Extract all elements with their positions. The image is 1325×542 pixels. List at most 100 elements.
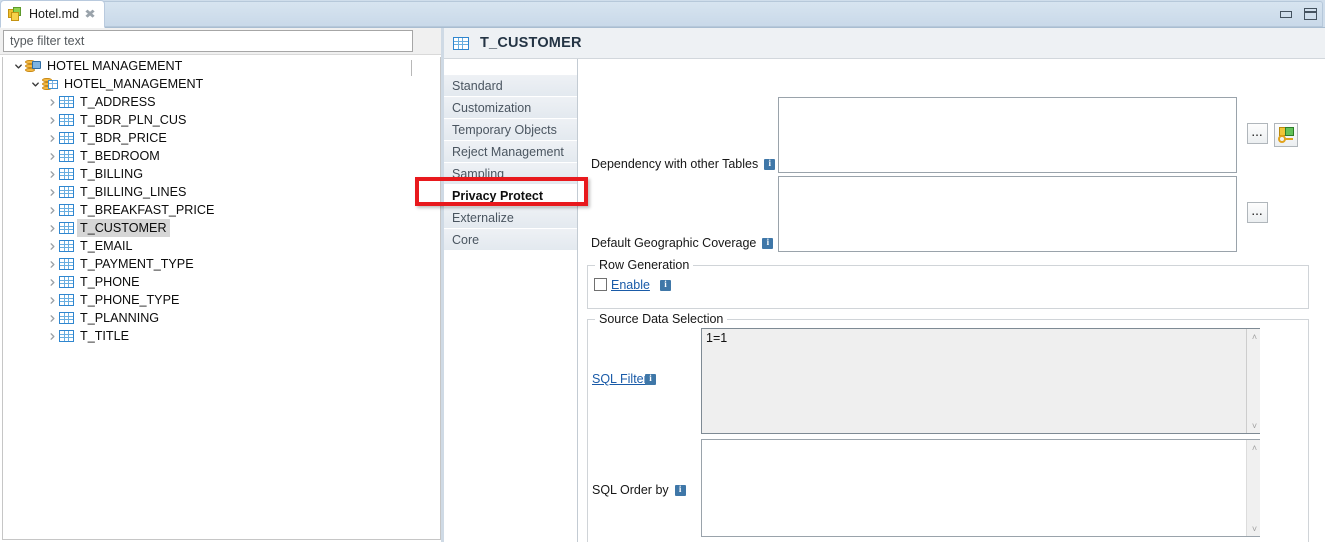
chevron-right-icon[interactable]: [45, 291, 59, 309]
chevron-down-icon[interactable]: [11, 57, 25, 75]
tree-item-label: T_BILLING: [80, 167, 143, 181]
chevron-right-icon[interactable]: [45, 93, 59, 111]
table-icon: [59, 186, 74, 198]
geographic-label-group: Default Geographic Coverage: [591, 236, 774, 250]
tree-item-t-address[interactable]: T_ADDRESS: [3, 93, 440, 111]
key-table-icon: [1277, 127, 1295, 143]
tree-item-t-phone-type[interactable]: T_PHONE_TYPE: [3, 291, 440, 309]
table-icon: [59, 330, 74, 342]
property-tab-list[interactable]: Standard Customization Temporary Objects Re…: [444, 59, 578, 542]
sql-order-by-textarea[interactable]: [701, 439, 1260, 537]
row-generation-enable-checkbox[interactable]: [594, 278, 607, 291]
table-icon: [59, 168, 74, 180]
tab-reject-management[interactable]: Reject Management: [444, 141, 577, 163]
ellipsis-icon: ...: [1251, 206, 1264, 218]
tree-item-hotel-management[interactable]: HOTEL MANAGEMENT: [3, 57, 440, 75]
tab-temporary-objects[interactable]: Temporary Objects: [444, 119, 577, 141]
tab-label: Temporary Objects: [452, 122, 557, 137]
chevron-right-icon[interactable]: [45, 327, 59, 345]
tree-item-t-billing-lines[interactable]: T_BILLING_LINES: [3, 183, 440, 201]
row-generation-title: Row Generation: [595, 258, 694, 272]
window-controls: [1280, 0, 1317, 28]
dependency-input[interactable]: [778, 97, 1237, 173]
chevron-down-icon[interactable]: ˅: [1247, 521, 1262, 536]
info-icon[interactable]: [660, 279, 671, 291]
editor-tab-hotel-md[interactable]: Hotel.md ✖: [0, 0, 106, 28]
chevron-right-icon[interactable]: [45, 219, 59, 237]
model-explorer-panel: type filter text HOTEL MANAGEMENT HOTEL_M…: [0, 28, 443, 542]
chevron-down-icon[interactable]: [28, 75, 42, 93]
form-header: T_CUSTOMER: [444, 28, 1325, 59]
row-generation-enable-link[interactable]: Enable: [611, 278, 650, 292]
sql-filter-scrollbar[interactable]: ˄ ˅: [1246, 329, 1260, 433]
toolbar-separator: [411, 60, 412, 76]
table-icon: [59, 204, 74, 216]
editor-tab-bar: Hotel.md ✖: [0, 0, 1325, 28]
tab-externalize[interactable]: Externalize: [444, 207, 577, 229]
table-icon: [59, 132, 74, 144]
tab-core[interactable]: Core: [444, 229, 577, 251]
dependency-label-group: Dependency with other Tables: [591, 157, 776, 171]
schema-icon: [42, 77, 58, 92]
chevron-down-icon[interactable]: ˅: [1247, 418, 1262, 433]
tab-customization[interactable]: Customization: [444, 97, 577, 119]
chevron-right-icon[interactable]: [45, 111, 59, 129]
info-icon[interactable]: [645, 373, 656, 385]
close-icon[interactable]: ✖: [84, 8, 96, 20]
chevron-up-icon[interactable]: ˄: [1247, 440, 1262, 455]
table-icon: [59, 294, 74, 306]
search-input[interactable]: type filter text: [3, 30, 413, 52]
geographic-browse-button[interactable]: ...: [1247, 202, 1268, 223]
tab-privacy-protect[interactable]: Privacy Protect: [444, 185, 577, 207]
source-data-selection-title: Source Data Selection: [595, 312, 728, 326]
tree-item-t-payment-type[interactable]: T_PAYMENT_TYPE: [3, 255, 440, 273]
tab-list-top-spacer: [444, 59, 577, 75]
chevron-right-icon[interactable]: [45, 183, 59, 201]
sql-filter-textarea[interactable]: 1=1: [701, 328, 1260, 434]
tree-item-t-planning[interactable]: T_PLANNING: [3, 309, 440, 327]
chevron-right-icon[interactable]: [45, 201, 59, 219]
row-generation-group: [587, 265, 1309, 309]
chevron-right-icon[interactable]: [45, 255, 59, 273]
tree-item-label: T_BDR_PLN_CUS: [80, 113, 187, 127]
filter-placeholder: type filter text: [10, 34, 85, 48]
table-icon: [59, 96, 74, 108]
chevron-up-icon[interactable]: ˄: [1247, 329, 1262, 344]
tree-item-t-email[interactable]: T_EMAIL: [3, 237, 440, 255]
table-icon: [59, 258, 74, 270]
info-icon[interactable]: [674, 484, 686, 496]
tree-item-t-bedroom[interactable]: T_BEDROOM: [3, 147, 440, 165]
server-icon: [25, 59, 41, 74]
chevron-right-icon[interactable]: [45, 237, 59, 255]
tree-item-label: T_PHONE: [80, 275, 140, 289]
sql-filter-link[interactable]: SQL Filter: [592, 372, 648, 386]
tree-item-label: T_PHONE_TYPE: [80, 293, 180, 307]
tab-sampling[interactable]: Sampling: [444, 163, 577, 185]
tree-item-t-billing[interactable]: T_BILLING: [3, 165, 440, 183]
chevron-right-icon[interactable]: [45, 165, 59, 183]
geographic-input[interactable]: [778, 176, 1237, 252]
table-icon: [453, 36, 469, 50]
maximize-icon[interactable]: [1304, 8, 1317, 20]
tree-item-hotel-management[interactable]: HOTEL_MANAGEMENT: [3, 75, 440, 93]
tree-item-t-bdr-pln-cus[interactable]: T_BDR_PLN_CUS: [3, 111, 440, 129]
dependency-browse-button[interactable]: ...: [1247, 123, 1268, 144]
chevron-right-icon[interactable]: [45, 129, 59, 147]
tab-standard[interactable]: Standard: [444, 75, 577, 97]
dependency-picker-button[interactable]: [1274, 123, 1298, 147]
tree-item-t-bdr-price[interactable]: T_BDR_PRICE: [3, 129, 440, 147]
chevron-right-icon[interactable]: [45, 273, 59, 291]
tree-item-label: T_BREAKFAST_PRICE: [80, 203, 215, 217]
minimize-icon[interactable]: [1280, 10, 1292, 18]
chevron-right-icon[interactable]: [45, 309, 59, 327]
tab-items-container: Standard Customization Temporary Objects Re…: [444, 75, 577, 251]
info-icon[interactable]: [764, 158, 776, 170]
tree-item-t-phone[interactable]: T_PHONE: [3, 273, 440, 291]
tree-item-t-breakfast-price[interactable]: T_BREAKFAST_PRICE: [3, 201, 440, 219]
model-tree[interactable]: HOTEL MANAGEMENT HOTEL_MANAGEMENT T_ADDRES…: [2, 57, 441, 540]
chevron-right-icon[interactable]: [45, 147, 59, 165]
info-icon[interactable]: [762, 237, 774, 249]
tree-item-t-title[interactable]: T_TITLE: [3, 327, 440, 345]
tree-item-t-customer[interactable]: T_CUSTOMER: [3, 219, 440, 237]
sql-order-by-scrollbar[interactable]: ˄ ˅: [1246, 440, 1260, 536]
